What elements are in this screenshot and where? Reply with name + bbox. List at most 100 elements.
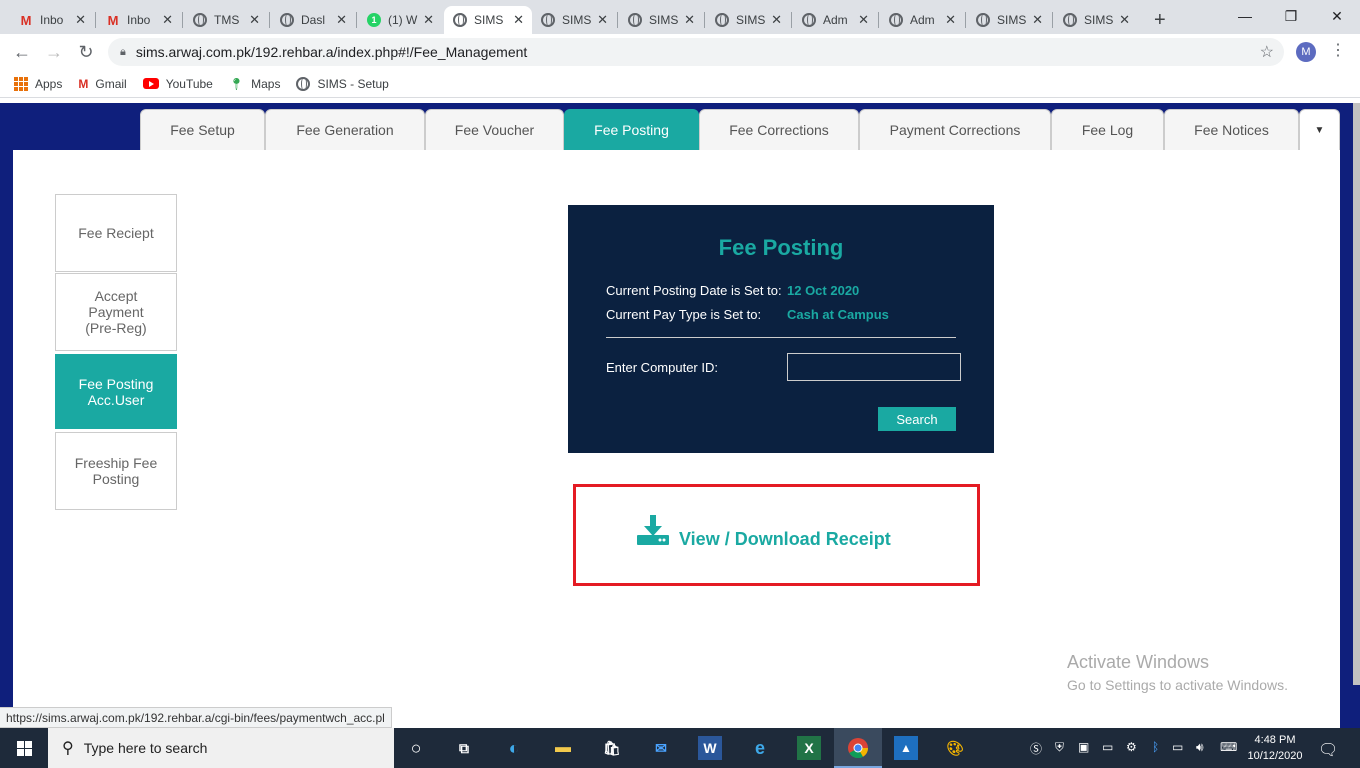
excel-icon[interactable]: X xyxy=(797,736,821,760)
computer-id-label: Enter Computer ID: xyxy=(606,360,718,375)
language-icon[interactable]: ⌨ xyxy=(1220,740,1237,754)
view-download-receipt-link[interactable]: View / Download Receipt xyxy=(679,529,891,550)
mail-icon[interactable]: ✉ xyxy=(649,736,673,760)
browser-tab[interactable]: SIMS ✕ xyxy=(967,6,1051,34)
file-explorer-icon[interactable]: ▬ xyxy=(551,736,575,760)
download-receipt-box[interactable]: View / Download Receipt xyxy=(573,484,980,586)
back-button[interactable]: ← xyxy=(10,40,34,64)
tray-app-icon[interactable]: ▣ xyxy=(1078,740,1089,754)
url-text: sims.arwaj.com.pk/192.rehbar.a/index.php… xyxy=(135,44,528,60)
store-icon[interactable]: 🛍︎ xyxy=(600,736,624,760)
search-button[interactable]: Search xyxy=(878,407,956,431)
chrome-taskbar-item[interactable] xyxy=(834,728,882,768)
forward-button[interactable]: → xyxy=(42,40,66,64)
reload-button[interactable]: ↻ xyxy=(74,40,98,64)
volume-icon[interactable]: 🔊︎ xyxy=(1196,740,1204,755)
close-icon[interactable]: ✕ xyxy=(75,12,86,28)
gmail-icon: M xyxy=(78,76,89,91)
notifications-icon[interactable]: 🗨︎ xyxy=(1318,740,1338,760)
close-icon[interactable]: ✕ xyxy=(1032,12,1043,28)
pay-type-label: Current Pay Type is Set to: xyxy=(606,307,762,322)
tab-fee-log[interactable]: Fee Log xyxy=(1051,109,1164,150)
close-icon[interactable]: ✕ xyxy=(162,12,173,28)
close-icon[interactable]: ✕ xyxy=(771,12,782,28)
whatsapp-icon: 1 xyxy=(366,12,382,28)
taskbar-clock[interactable]: 4:48 PM 10/12/2020 xyxy=(1240,732,1310,764)
close-icon[interactable]: ✕ xyxy=(513,12,524,28)
start-button[interactable] xyxy=(0,728,48,768)
tab-fee-notices[interactable]: Fee Notices xyxy=(1164,109,1299,150)
browser-tab[interactable]: M Inbo ✕ xyxy=(97,6,181,34)
globe-icon xyxy=(192,12,208,28)
task-view-icon[interactable]: ⧉ xyxy=(452,736,476,760)
cortana-icon[interactable]: ○ xyxy=(404,736,428,760)
download-icon xyxy=(636,513,670,552)
display-icon[interactable]: ▭ xyxy=(1102,740,1113,754)
tabs-dropdown-button[interactable]: ▼ xyxy=(1299,109,1340,150)
browser-tab[interactable]: SIMS ✕ xyxy=(619,6,703,34)
tab-fee-voucher[interactable]: Fee Voucher xyxy=(425,109,564,150)
tab-fee-setup[interactable]: Fee Setup xyxy=(140,109,265,150)
maps-pin-icon: 📍︎ xyxy=(228,76,245,91)
address-bar[interactable]: 🔒︎ sims.arwaj.com.pk/192.rehbar.a/index.… xyxy=(108,38,1284,66)
bookmark-youtube[interactable]: YouTube xyxy=(142,77,213,91)
edge-icon[interactable]: ◐ xyxy=(502,736,526,760)
battery-icon[interactable]: ▭ xyxy=(1172,740,1183,754)
close-window-button[interactable]: ✕ xyxy=(1314,0,1360,32)
page-scrollbar[interactable] xyxy=(1353,103,1360,685)
tab-fee-posting[interactable]: Fee Posting xyxy=(564,109,699,150)
sidebar-item-fee-posting-acc-user[interactable]: Fee Posting Acc.User xyxy=(55,354,177,429)
paint-icon[interactable]: 🎨︎ xyxy=(943,736,967,760)
divider xyxy=(606,337,956,338)
bookmark-star-icon[interactable]: ☆ xyxy=(1260,42,1274,62)
close-icon[interactable]: ✕ xyxy=(249,12,260,28)
close-icon[interactable]: ✕ xyxy=(336,12,347,28)
taskbar-search[interactable]: ⚲ Type here to search xyxy=(48,728,394,768)
internet-explorer-icon[interactable]: e xyxy=(748,736,772,760)
browser-tab[interactable]: TMS ✕ xyxy=(184,6,268,34)
browser-tab[interactable]: M Inbo ✕ xyxy=(10,6,94,34)
browser-tab-active[interactable]: SIMS ✕ xyxy=(444,6,532,34)
profile-avatar[interactable]: M xyxy=(1296,42,1316,62)
close-icon[interactable]: ✕ xyxy=(1119,12,1130,28)
sidebar-item-accept-payment[interactable]: Accept Payment (Pre-Reg) xyxy=(55,273,177,351)
bookmark-apps[interactable]: Apps xyxy=(14,76,62,91)
tray-tools-icon[interactable]: ⚙ xyxy=(1126,740,1137,754)
fee-posting-panel: Fee Posting Current Posting Date is Set … xyxy=(568,205,994,453)
tab-fee-generation[interactable]: Fee Generation xyxy=(265,109,425,150)
browser-tab[interactable]: Adm ✕ xyxy=(793,6,877,34)
sidebar-item-freeship-fee-posting[interactable]: Freeship Fee Posting xyxy=(55,432,177,510)
browser-tab[interactable]: SIMS ✕ xyxy=(532,6,616,34)
bookmark-sims-setup[interactable]: SIMS - Setup xyxy=(296,76,389,91)
restore-button[interactable]: ❐ xyxy=(1268,0,1314,32)
skype-icon[interactable]: Ⓢ xyxy=(1030,740,1042,757)
network-shield-icon[interactable]: ⛨ xyxy=(1055,740,1064,755)
close-icon[interactable]: ✕ xyxy=(945,12,956,28)
caret-down-icon: ▼ xyxy=(1314,124,1325,136)
browser-tab[interactable]: Adm ✕ xyxy=(880,6,964,34)
sidebar-item-fee-reciept[interactable]: Fee Reciept xyxy=(55,194,177,272)
close-icon[interactable]: ✕ xyxy=(423,12,434,28)
minimize-button[interactable]: — xyxy=(1222,0,1268,32)
close-icon[interactable]: ✕ xyxy=(858,12,869,28)
tab-fee-corrections[interactable]: Fee Corrections xyxy=(699,109,859,150)
bookmark-gmail[interactable]: M Gmail xyxy=(78,77,126,91)
browser-tab[interactable]: SIMS ✕ xyxy=(706,6,790,34)
browser-tab[interactable]: 1 (1) W ✕ xyxy=(358,6,442,34)
browser-tab[interactable]: SIMS ✕ xyxy=(1054,6,1138,34)
bluetooth-icon[interactable]: ᛒ xyxy=(1152,740,1159,754)
computer-id-input[interactable] xyxy=(787,353,961,381)
new-tab-button[interactable]: + xyxy=(1146,6,1174,34)
close-icon[interactable]: ✕ xyxy=(684,12,695,28)
browser-tab-strip: M Inbo ✕ M Inbo ✕ TMS ✕ Dasl ✕ 1 (1) W ✕… xyxy=(0,0,1360,34)
photos-icon[interactable]: ▲ xyxy=(894,736,918,760)
close-icon[interactable]: ✕ xyxy=(597,12,608,28)
gmail-icon: M xyxy=(107,12,119,28)
word-icon[interactable]: W xyxy=(698,736,722,760)
apps-grid-icon xyxy=(14,76,28,91)
youtube-icon xyxy=(142,78,159,89)
tab-payment-corrections[interactable]: Payment Corrections xyxy=(859,109,1051,150)
browser-tab[interactable]: Dasl ✕ xyxy=(271,6,355,34)
bookmark-maps[interactable]: 📍︎ Maps xyxy=(229,77,281,91)
menu-icon[interactable]: ⋮ xyxy=(1330,40,1346,60)
